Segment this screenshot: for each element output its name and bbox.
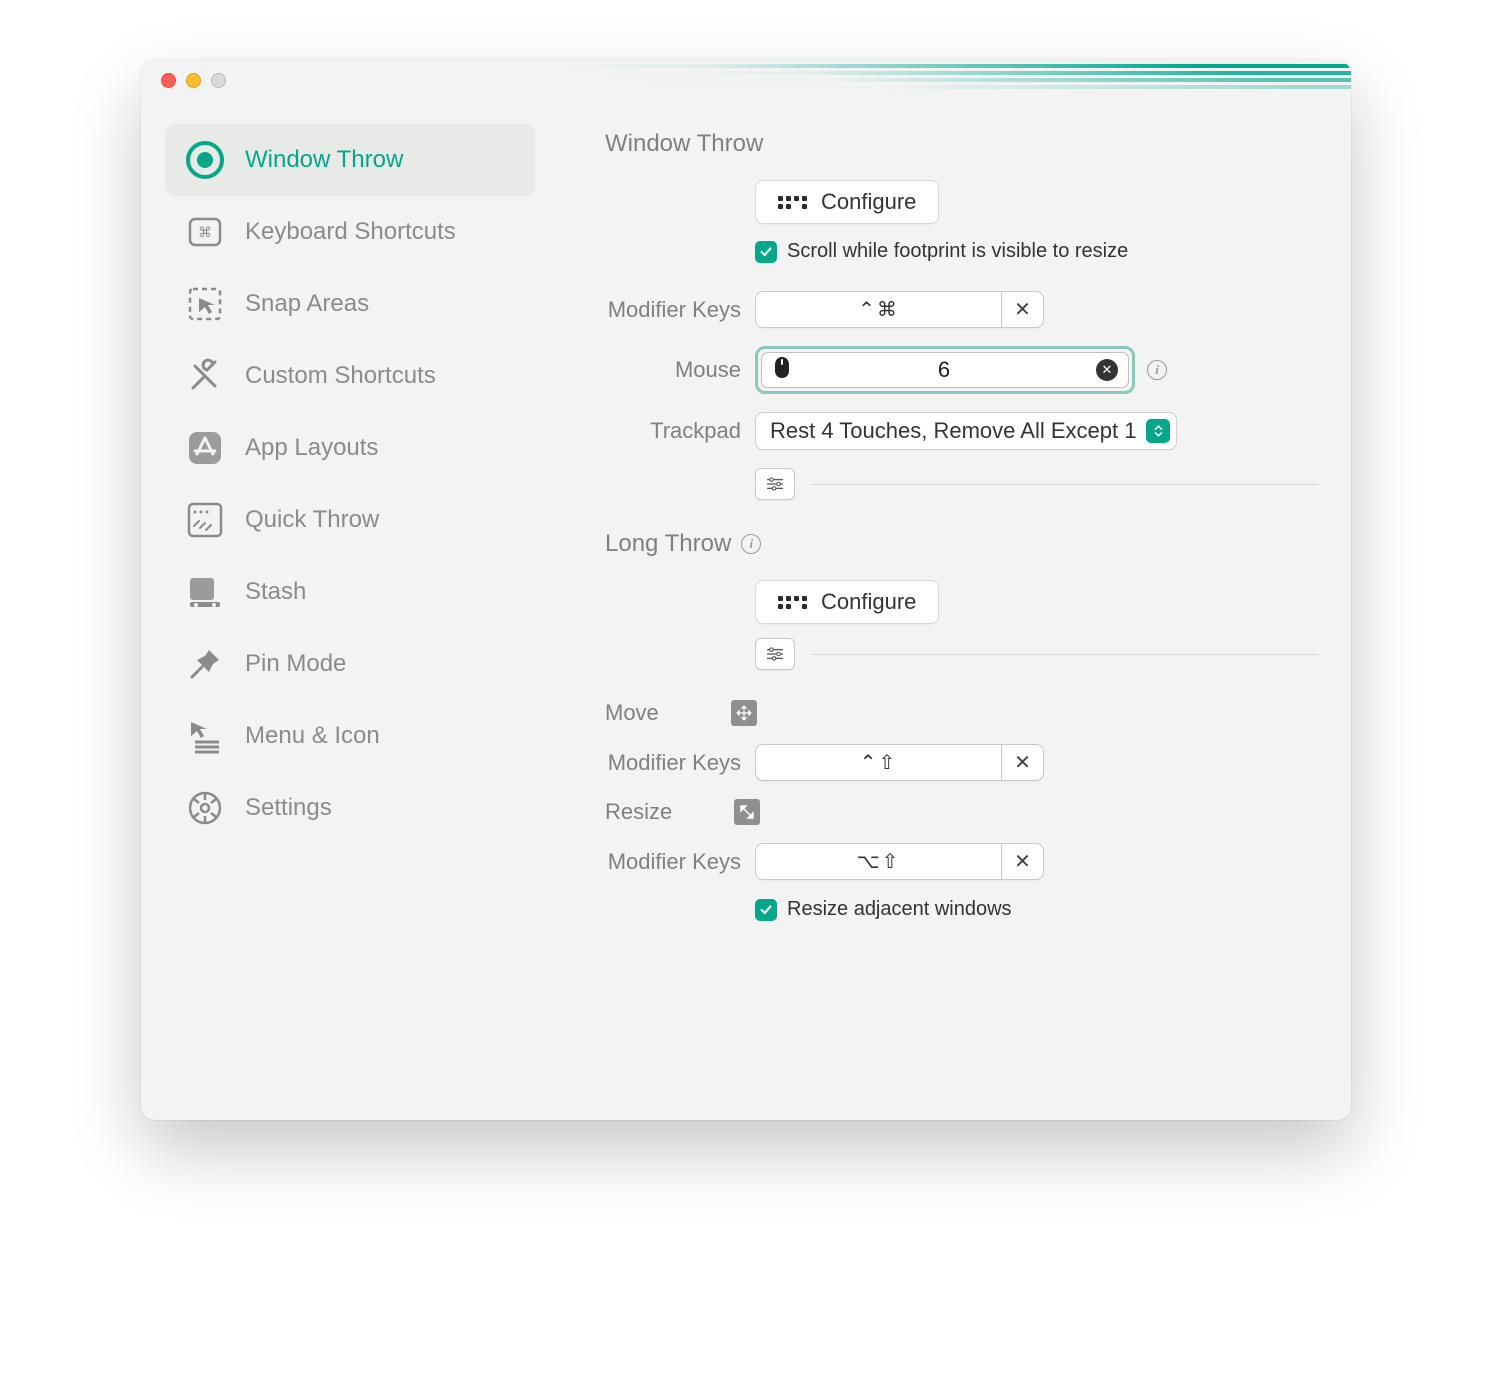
resize-adjacent-checkbox[interactable] (755, 899, 777, 921)
divider (811, 484, 1319, 485)
trackpad-label: Trackpad (605, 418, 755, 444)
modifier-keys-label: Modifier Keys (605, 297, 755, 323)
scroll-resize-checkbox[interactable] (755, 241, 777, 263)
resize-modifier-keys-clear[interactable]: ✕ (1001, 844, 1043, 879)
sidebar-item-keyboard-shortcuts[interactable]: ⌘ Keyboard Shortcuts (165, 196, 535, 268)
sidebar-item-stash[interactable]: Stash (165, 556, 535, 628)
command-key-icon: ⌘ (183, 210, 227, 254)
sidebar-item-label: Pin Mode (245, 650, 346, 678)
section-title-long-throw: Long Throw (605, 530, 731, 558)
mouse-icon (772, 355, 792, 385)
checkbox-label: Scroll while footprint is visible to res… (787, 240, 1128, 263)
chevron-up-down-icon (1146, 419, 1170, 443)
sidebar-item-app-layouts[interactable]: App Layouts (165, 412, 535, 484)
window-throw-modifier-keys-field[interactable]: ⌃⌘ (756, 292, 1001, 327)
zoom-button[interactable] (211, 73, 226, 88)
main-content: Window Throw Configure Scroll (535, 124, 1327, 1040)
window-throw-mouse-field[interactable]: 6 ✕ (761, 352, 1129, 388)
minimize-button[interactable] (186, 73, 201, 88)
quick-throw-icon (183, 498, 227, 542)
tools-icon (183, 354, 227, 398)
section-title-window-throw: Window Throw (605, 130, 1319, 158)
sidebar-item-label: Keyboard Shortcuts (245, 218, 456, 246)
window-throw-trackpad-select[interactable]: Rest 4 Touches, Remove All Except 1 (755, 412, 1177, 450)
divider (811, 654, 1319, 655)
sidebar-item-pin-mode[interactable]: Pin Mode (165, 628, 535, 700)
section-title-move: Move (605, 700, 659, 726)
mouse-clear-button[interactable]: ✕ (1096, 359, 1118, 381)
sidebar-item-label: Stash (245, 578, 306, 606)
grid-icon (778, 196, 807, 209)
sidebar-item-label: Custom Shortcuts (245, 362, 436, 390)
preferences-window: Window Throw ⌘ Keyboard Shortcuts Snap A… (141, 60, 1351, 1120)
resize-diagonal-icon (734, 799, 760, 825)
app-store-icon (183, 426, 227, 470)
window-throw-modifier-keys-clear[interactable]: ✕ (1001, 292, 1043, 327)
checkbox-label: Resize adjacent windows (787, 898, 1012, 921)
button-label: Configure (821, 189, 916, 215)
sidebar-item-label: Settings (245, 794, 332, 822)
mouse-label: Mouse (605, 357, 755, 383)
sidebar-item-label: Menu & Icon (245, 722, 380, 750)
window-throw-configure-button[interactable]: Configure (755, 180, 939, 224)
long-throw-configure-button[interactable]: Configure (755, 580, 939, 624)
snap-areas-icon (183, 282, 227, 326)
sidebar-item-quick-throw[interactable]: Quick Throw (165, 484, 535, 556)
move-modifier-keys-label: Modifier Keys (605, 750, 755, 776)
resize-modifier-keys-label: Modifier Keys (605, 849, 755, 875)
move-modifier-keys-field[interactable]: ⌃⇧ (756, 745, 1001, 780)
sidebar-item-label: Snap Areas (245, 290, 369, 318)
sidebar-item-custom-shortcuts[interactable]: Custom Shortcuts (165, 340, 535, 412)
sidebar-item-label: Window Throw (245, 146, 403, 174)
sidebar-item-label: App Layouts (245, 434, 378, 462)
pin-icon (183, 642, 227, 686)
stash-icon (183, 570, 227, 614)
sidebar-item-menu-icon[interactable]: Menu & Icon (165, 700, 535, 772)
titlebar (141, 60, 1351, 100)
select-value: Rest 4 Touches, Remove All Except 1 (770, 418, 1136, 444)
gear-icon (183, 786, 227, 830)
close-button[interactable] (161, 73, 176, 88)
menu-cursor-icon (183, 714, 227, 758)
long-throw-info-icon[interactable]: i (741, 534, 761, 554)
mouse-info-icon[interactable]: i (1147, 360, 1167, 380)
grid-icon (778, 596, 807, 609)
sidebar: Window Throw ⌘ Keyboard Shortcuts Snap A… (165, 124, 535, 1040)
window-throw-advanced-button[interactable] (755, 468, 795, 500)
mouse-value: 6 (792, 357, 1096, 383)
sidebar-item-settings[interactable]: Settings (165, 772, 535, 844)
svg-text:⌘: ⌘ (198, 224, 212, 240)
move-arrows-icon (731, 700, 757, 726)
section-title-resize: Resize (605, 799, 672, 825)
sidebar-item-label: Quick Throw (245, 506, 379, 534)
sidebar-item-snap-areas[interactable]: Snap Areas (165, 268, 535, 340)
long-throw-advanced-button[interactable] (755, 638, 795, 670)
button-label: Configure (821, 589, 916, 615)
resize-modifier-keys-field[interactable]: ⌥⇧ (756, 844, 1001, 879)
sidebar-item-window-throw[interactable]: Window Throw (165, 124, 535, 196)
move-modifier-keys-clear[interactable]: ✕ (1001, 745, 1043, 780)
target-icon (183, 138, 227, 182)
header-decor-stripes (561, 60, 1351, 100)
